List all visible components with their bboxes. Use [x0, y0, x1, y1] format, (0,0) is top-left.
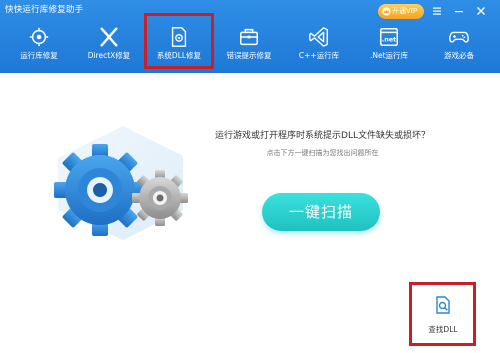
- vs-logo-icon: [309, 27, 328, 47]
- nav-item-game-essentials[interactable]: 游戏必备: [430, 20, 488, 70]
- one-click-scan-button[interactable]: 一键扫描: [262, 193, 380, 231]
- menu-button[interactable]: [430, 4, 444, 18]
- minimize-icon: [455, 11, 463, 13]
- net-window-icon: .net: [380, 28, 398, 46]
- target-icon: [29, 27, 49, 47]
- app-title: 快快运行库修复助手: [5, 5, 84, 15]
- nav-label: DirectX修复: [87, 51, 131, 60]
- nav-item-net-runtime[interactable]: .net .Net运行库: [360, 20, 418, 70]
- vip-button[interactable]: 开通VIP: [378, 4, 424, 19]
- nav-item-directx[interactable]: DirectX修复: [80, 20, 138, 70]
- nav-item-cpp-runtime[interactable]: C++运行库: [290, 20, 348, 70]
- dll-question-text: 运行游戏或打开程序时系统提示DLL文件缺失或损坏？: [215, 131, 430, 141]
- nav-label: 游戏必备: [444, 51, 474, 60]
- toolbox-icon: [240, 28, 258, 46]
- x-logo-icon: [100, 27, 118, 47]
- svg-text:.net: .net: [382, 36, 396, 44]
- minimize-button[interactable]: [452, 4, 466, 18]
- hamburger-icon: [433, 7, 441, 15]
- scan-hint-text: 点击下方一键扫描为您找出问题所在: [266, 149, 379, 157]
- main-nav: 运行库修复 DirectX修复 系统DLL修复 错误提示修复 C++运行库 .n…: [0, 20, 500, 73]
- header-bar: 快快运行库修复助手 开通VIP 运行库修复 DirectX修复 系统DLL修复 …: [0, 0, 500, 73]
- nav-label: C++运行库: [298, 51, 340, 60]
- find-dll-highlight: [409, 282, 476, 346]
- crown-icon: [382, 7, 391, 16]
- close-button[interactable]: [474, 4, 488, 18]
- grey-gear: [132, 170, 188, 226]
- nav-item-error-repair[interactable]: 错误提示修复: [220, 20, 278, 70]
- gamepad-icon: [449, 31, 469, 43]
- blue-gear: [54, 144, 146, 236]
- close-icon: [477, 7, 485, 15]
- gears-illustration: [54, 126, 188, 240]
- vip-label: 开通VIP: [392, 7, 418, 15]
- nav-item-runtime-repair[interactable]: 运行库修复: [10, 20, 68, 70]
- selected-nav-highlight: [144, 13, 214, 69]
- nav-label: 运行库修复: [20, 51, 58, 60]
- nav-label: .Net运行库: [369, 51, 409, 60]
- nav-label: 错误提示修复: [226, 51, 272, 60]
- app-window: 快快运行库修复助手 开通VIP 运行库修复 DirectX修复 系统DLL修复 …: [0, 0, 500, 353]
